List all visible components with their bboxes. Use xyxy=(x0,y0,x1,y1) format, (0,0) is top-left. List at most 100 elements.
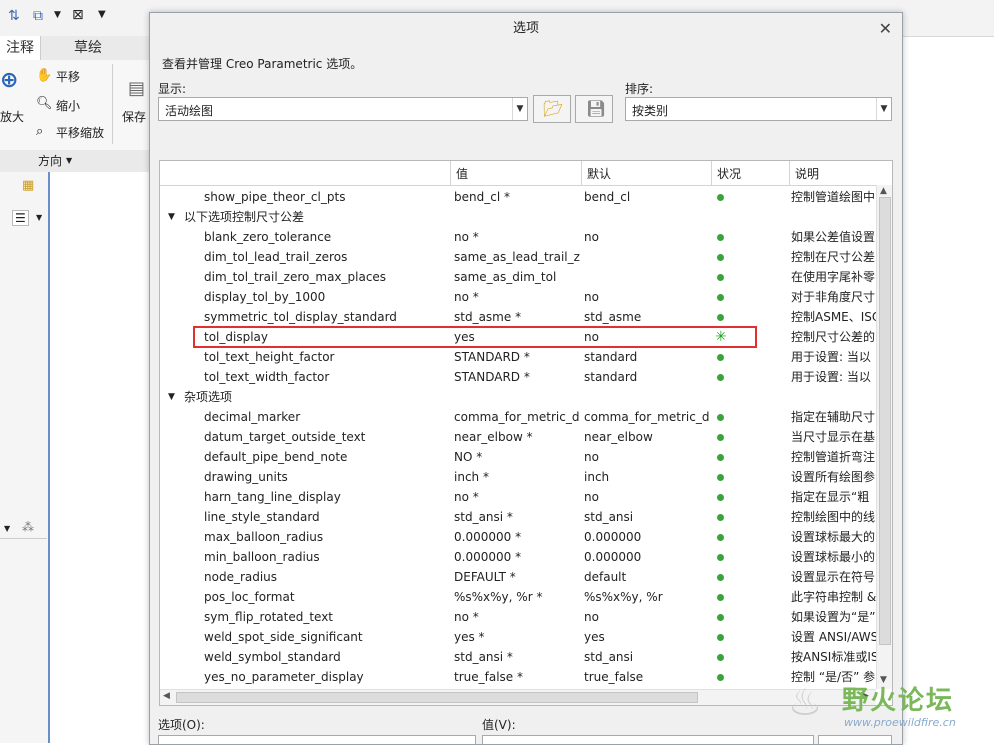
zoom-in-icon[interactable]: ⊕ xyxy=(0,68,18,93)
tab-sketch[interactable]: 草绘 xyxy=(68,36,108,60)
table-row[interactable]: tol_text_width_factor STANDARD * standard 用… xyxy=(160,367,876,387)
category-row[interactable]: ▼ 杂项选项 xyxy=(160,387,876,407)
table-row[interactable]: datum_target_outside_text near_elbow * nea… xyxy=(160,427,876,447)
table-row[interactable]: dim_tol_lead_trail_zeros same_as_lead_tra… xyxy=(160,247,876,267)
list-view-icon[interactable]: ☰ xyxy=(12,210,29,226)
status-dot-icon xyxy=(717,314,724,321)
option-name: yes_no_parameter_display xyxy=(204,670,364,684)
layer-icon[interactable]: ▦ xyxy=(22,178,34,193)
zoom-out-label[interactable]: 缩小 xyxy=(56,97,80,114)
status-dot-icon xyxy=(717,234,724,241)
option-name: tol_text_width_factor xyxy=(204,370,330,384)
status-dot-icon xyxy=(717,294,724,301)
column-value[interactable]: 值 xyxy=(450,161,581,185)
table-body: show_pipe_theor_cl_pts bend_cl * bend_cl 控制… xyxy=(160,185,876,689)
category-row[interactable]: ▼ 以下选项控制尺寸公差 xyxy=(160,207,876,227)
close-icon[interactable]: ✕ xyxy=(879,19,892,38)
open-config-button[interactable]: 📂︎ xyxy=(533,95,571,123)
collapse-icon[interactable]: ▼ xyxy=(168,207,175,227)
table-row[interactable]: node_radius DEFAULT * default 设置显示在符号 xyxy=(160,567,876,587)
table-row[interactable]: drawing_units inch * inch 设置所有绘图参 xyxy=(160,467,876,487)
save-label[interactable]: 保存 xyxy=(122,108,146,125)
scroll-left-icon[interactable]: ◀ xyxy=(163,691,170,701)
table-row[interactable]: harn_tang_line_display no * no 指定在显示“粗 xyxy=(160,487,876,507)
sort-dropdown[interactable]: 按类别 ▼ xyxy=(625,97,892,121)
option-default: no xyxy=(584,490,599,504)
horizontal-scrollbar[interactable]: ◀ ▶ xyxy=(160,689,876,705)
filter-dropdown-icon[interactable]: ▼ xyxy=(4,524,10,533)
table-row[interactable]: weld_spot_side_significant yes * yes 设置 ANS… xyxy=(160,627,876,647)
option-name: harn_tang_line_display xyxy=(204,490,341,504)
pan-label[interactable]: 平移 xyxy=(56,68,80,85)
status-dot-icon xyxy=(717,414,724,421)
status-dot-icon xyxy=(717,474,724,481)
table-row[interactable]: weld_symbol_standard std_ansi * std_ansi 按A… xyxy=(160,647,876,667)
status-dot-icon xyxy=(717,654,724,661)
table-row[interactable]: show_pipe_theor_cl_pts bend_cl * bend_cl 控制… xyxy=(160,187,876,207)
table-row[interactable]: yes_no_parameter_display true_false * true… xyxy=(160,667,876,687)
table-row[interactable]: decimal_marker comma_for_metric_d... comma… xyxy=(160,407,876,427)
option-description: 按ANSI标准或IS xyxy=(791,650,876,664)
zoom-in-label[interactable]: 放大 xyxy=(0,108,24,125)
collapse-icon[interactable]: ▼ xyxy=(168,387,175,407)
option-name: decimal_marker xyxy=(204,410,301,424)
option-description: 如果公差值设置 xyxy=(791,230,876,244)
customize-toolbar-icon[interactable]: ▼ xyxy=(98,9,106,20)
save-icon: 💾︎ xyxy=(586,99,607,118)
saved-view-icon[interactable]: ▤ xyxy=(128,78,145,99)
show-label: 显示: xyxy=(158,82,187,96)
ribbon-tabs: 注释 草绘 xyxy=(0,36,150,60)
table-row[interactable]: default_pipe_bend_note NO * no 控制管道折弯注 xyxy=(160,447,876,467)
table-row[interactable]: symmetric_tol_display_standard std_asme *… xyxy=(160,307,876,327)
vertical-scroll-thumb[interactable] xyxy=(879,197,891,645)
option-name: weld_symbol_standard xyxy=(204,650,341,664)
table-row[interactable]: tol_text_height_factor STANDARD * standard… xyxy=(160,347,876,367)
column-default[interactable]: 默认 xyxy=(581,161,711,185)
dropdown-arrow-icon[interactable]: ▼ xyxy=(54,10,61,20)
close-window-icon[interactable]: ⊠ xyxy=(72,7,84,23)
option-label: 选项(O): xyxy=(158,718,205,732)
graphics-area[interactable] xyxy=(48,172,152,743)
table-row[interactable]: blank_zero_tolerance no * no 如果公差值设置 xyxy=(160,227,876,247)
vertical-scrollbar[interactable]: ▲ ▼ xyxy=(876,185,892,689)
regenerate-icon[interactable]: ⇅ xyxy=(8,8,20,24)
filter-icon[interactable]: ⁂ xyxy=(22,520,34,534)
save-config-button[interactable]: 💾︎ xyxy=(575,95,613,123)
table-row[interactable]: pos_loc_format %s%x%y, %r * %s%x%y, %r 此字符串… xyxy=(160,587,876,607)
table-row[interactable]: display_tol_by_1000 no * no 对于非角度尺寸 xyxy=(160,287,876,307)
chevron-down-icon: ▼ xyxy=(876,98,891,120)
column-description[interactable]: 说明 xyxy=(789,161,892,185)
windows-icon[interactable]: ⧉ xyxy=(33,8,43,24)
orientation-group[interactable]: 方向 ▼ xyxy=(0,150,150,173)
horizontal-scroll-thumb[interactable] xyxy=(176,692,698,703)
option-value: 0.000000 * xyxy=(454,550,522,564)
tab-annotate[interactable]: 注释 xyxy=(0,36,41,60)
table-row[interactable]: max_balloon_radius 0.000000 * 0.000000 设置球标… xyxy=(160,527,876,547)
watermark-title: 野火论坛 xyxy=(842,686,955,716)
option-name: max_balloon_radius xyxy=(204,530,324,544)
show-dropdown[interactable]: 活动绘图 ▼ xyxy=(158,97,528,121)
option-default: std_ansi xyxy=(584,650,634,664)
scroll-up-icon[interactable]: ▲ xyxy=(880,186,887,196)
option-default: no xyxy=(584,230,599,244)
pan-icon[interactable]: ✋ xyxy=(36,68,52,83)
option-value: DEFAULT * xyxy=(454,570,516,584)
option-value: std_ansi * xyxy=(454,650,513,664)
list-dropdown-icon[interactable]: ▼ xyxy=(36,213,42,222)
status-dot-icon xyxy=(717,534,724,541)
option-description: 控制在尺寸公差 xyxy=(791,250,876,264)
option-name: pos_loc_format xyxy=(204,590,295,604)
table-row[interactable]: dim_tol_trail_zero_max_places same_as_dim… xyxy=(160,267,876,287)
show-value: 活动绘图 xyxy=(165,104,214,118)
column-name[interactable] xyxy=(160,161,450,185)
option-description: 用于设置: 当以 xyxy=(791,350,871,364)
table-row[interactable]: min_balloon_radius 0.000000 * 0.000000 设置球标… xyxy=(160,547,876,567)
column-status[interactable]: 状况 xyxy=(711,161,789,185)
zoom-out-icon[interactable]: 🔍︎ xyxy=(36,96,53,111)
option-value: std_ansi * xyxy=(454,510,513,524)
pan-zoom-label[interactable]: 平移缩放 xyxy=(56,124,104,141)
pan-zoom-icon[interactable]: ⌕ xyxy=(36,124,43,139)
table-row[interactable]: sym_flip_rotated_text no * no 如果设置为“是” xyxy=(160,607,876,627)
option-name: display_tol_by_1000 xyxy=(204,290,326,304)
table-row[interactable]: line_style_standard std_ansi * std_ansi 控制绘… xyxy=(160,507,876,527)
